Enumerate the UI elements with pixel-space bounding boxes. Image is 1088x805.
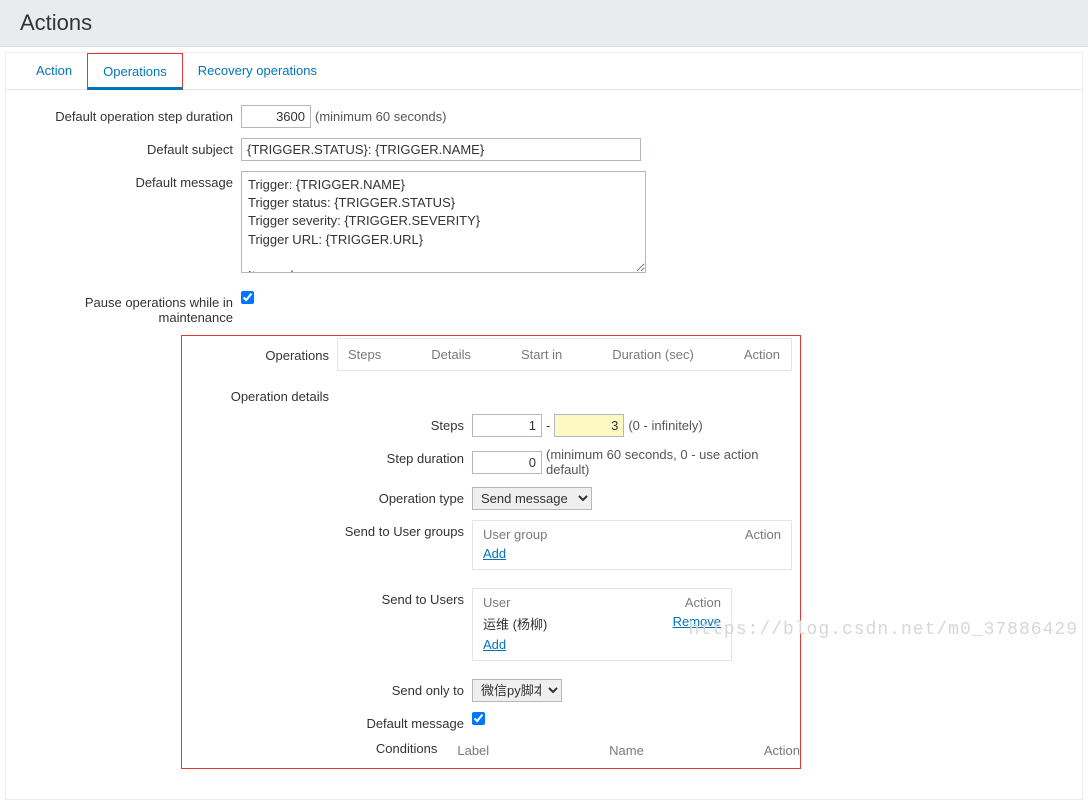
input-step-from[interactable] [472, 414, 542, 437]
col-action: Action [744, 347, 780, 362]
label-send-to-users: Send to Users [182, 588, 472, 607]
label-default-message2: Default message [182, 712, 472, 731]
col-cond-action: Action [764, 743, 800, 758]
add-user-link[interactable]: Add [483, 637, 506, 652]
hint-infinitely: (0 - infinitely) [628, 418, 702, 433]
textarea-default-message[interactable]: Trigger: {TRIGGER.NAME} Trigger status: … [241, 171, 646, 273]
hint-min60-default: (minimum 60 seconds, 0 - use action defa… [546, 447, 800, 477]
col-start-in: Start in [521, 347, 562, 362]
select-send-only-to[interactable]: 微信py脚本 [472, 679, 562, 702]
col-user: User [483, 595, 510, 610]
conditions-table-header: Label Name Action [445, 743, 800, 758]
label-send-only-to: Send only to [182, 679, 472, 698]
label-operation-details: Operation details [182, 389, 337, 404]
form-area: Default operation step duration (minimum… [6, 90, 1082, 799]
label-default-subject: Default subject [26, 138, 241, 157]
operations-box: Operations Steps Details Start in Durati… [181, 335, 801, 769]
remove-user-link[interactable]: Remove [673, 614, 721, 633]
page-header: Actions [0, 0, 1088, 47]
label-operations: Operations [182, 338, 337, 363]
label-send-to-user-groups: Send to User groups [182, 520, 472, 539]
select-operation-type[interactable]: Send message [472, 487, 592, 510]
user-row-name: 运维 (杨柳) [483, 614, 547, 633]
tab-operations[interactable]: Operations [87, 53, 183, 90]
col-cond-label: Label [457, 743, 489, 758]
input-default-subject[interactable] [241, 138, 641, 161]
col-user-group: User group [483, 527, 547, 542]
tab-recovery[interactable]: Recovery operations [183, 53, 332, 89]
col-action-ug: Action [745, 527, 781, 542]
input-step-duration[interactable] [241, 105, 311, 128]
user-groups-table: User group Action Add [472, 520, 792, 570]
tab-action[interactable]: Action [21, 53, 87, 89]
add-user-group-link[interactable]: Add [483, 546, 506, 561]
label-operation-type: Operation type [182, 487, 472, 506]
users-table: User Action 运维 (杨柳) Remove Add [472, 588, 732, 661]
col-steps: Steps [348, 347, 381, 362]
label-step-duration2: Step duration [182, 447, 472, 466]
col-duration: Duration (sec) [612, 347, 694, 362]
label-steps: Steps [182, 414, 472, 433]
tab-bar: Action Operations Recovery operations [6, 53, 1082, 90]
checkbox-pause-maintenance[interactable] [241, 291, 254, 304]
hint-min60: (minimum 60 seconds) [315, 109, 447, 124]
col-cond-name: Name [609, 743, 644, 758]
col-action-u: Action [685, 595, 721, 610]
operations-table-header: Steps Details Start in Duration (sec) Ac… [337, 338, 792, 371]
label-default-message: Default message [26, 171, 241, 190]
input-step-duration2[interactable] [472, 451, 542, 474]
label-conditions: Conditions [182, 737, 445, 756]
label-pause-maintenance: Pause operations while in maintenance [26, 291, 241, 325]
checkbox-default-message[interactable] [472, 712, 485, 725]
content-panel: Action Operations Recovery operations De… [5, 52, 1083, 800]
page-title: Actions [20, 10, 1068, 36]
label-step-duration: Default operation step duration [26, 105, 241, 124]
col-details: Details [431, 347, 471, 362]
input-step-to[interactable] [554, 414, 624, 437]
